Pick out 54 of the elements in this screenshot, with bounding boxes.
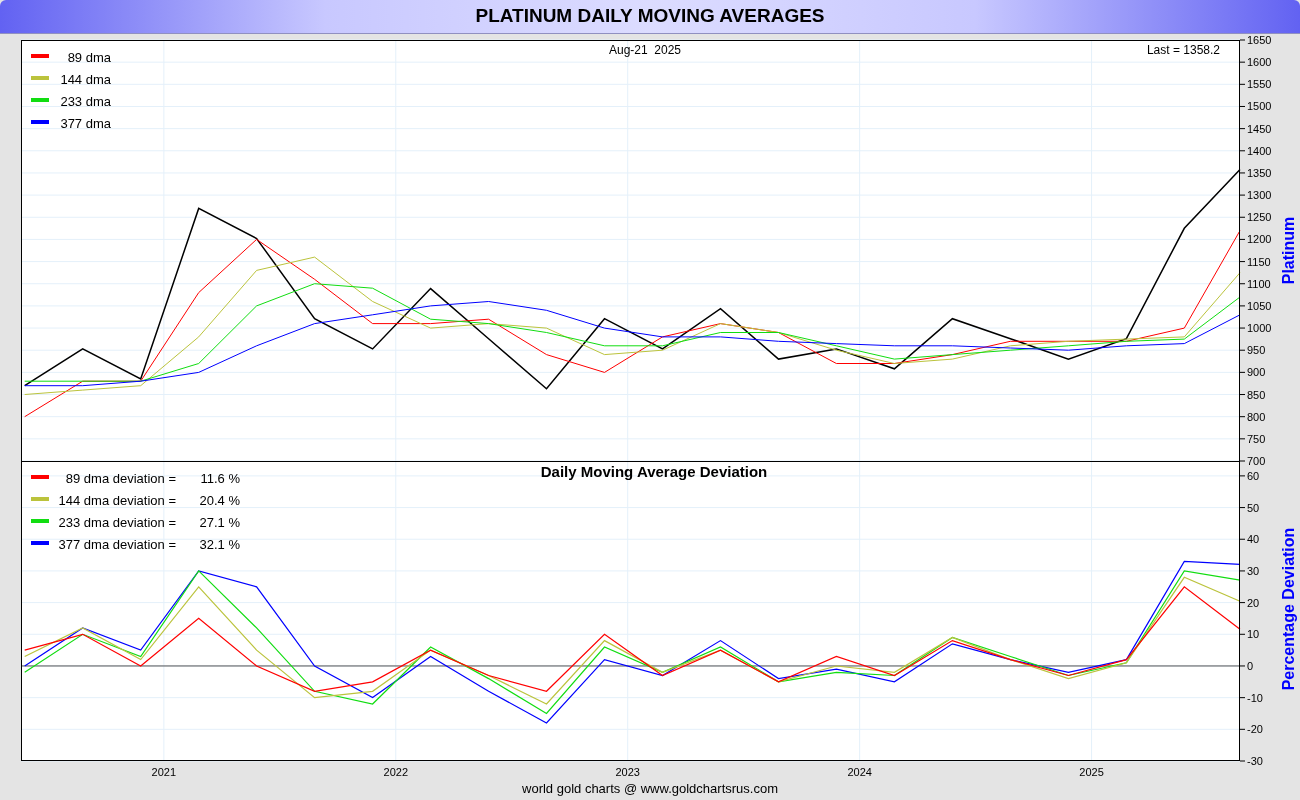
y-axis-label: 1000	[1247, 322, 1272, 335]
legend-label: 89 dma deviation =	[65, 471, 176, 486]
legend-label: 144 dma deviation =	[58, 493, 176, 508]
legend-label: 377 dma deviation =	[58, 537, 176, 552]
legend-label: 233 dma	[60, 94, 111, 109]
legend-value: 27.1 %	[199, 515, 240, 530]
y-axis-label: 1500	[1247, 100, 1272, 113]
y-axis-label: 700	[1247, 455, 1266, 467]
y-axis-title: Percentage Deviation	[1280, 527, 1297, 691]
x-axis-label: 2024	[847, 766, 872, 778]
y-axis-label: 0	[1247, 659, 1254, 672]
y-axis-label: 800	[1247, 410, 1266, 423]
x-axis-label: 2022	[383, 766, 409, 778]
y-axis-label: 1100	[1247, 277, 1271, 290]
legend-value: 32.1 %	[199, 537, 240, 552]
y-axis-label: 900	[1247, 366, 1266, 379]
x-axis-label: 2021	[151, 766, 177, 778]
date-label: Aug-21 2025	[608, 43, 682, 57]
y-axis-label: 20	[1247, 596, 1260, 609]
y-axis-label: 950	[1247, 344, 1266, 357]
chart-title: PLATINUM DAILY MOVING AVERAGES	[475, 4, 825, 29]
legend-label: 377 dma	[60, 116, 111, 131]
y-axis-label: 40	[1247, 533, 1260, 546]
y-axis-label: 1450	[1247, 122, 1272, 135]
y-axis-label: 750	[1247, 432, 1266, 445]
legend-label: 233 dma deviation =	[58, 515, 176, 530]
legend-label: 89 dma	[67, 50, 111, 65]
y-axis-label: 60	[1247, 469, 1260, 482]
x-axis-label: 2023	[615, 766, 640, 778]
legend-value: 20.4 %	[199, 493, 240, 508]
y-axis-label: 1650	[1247, 34, 1272, 46]
panel-title: Daily Moving Average Deviation	[540, 463, 768, 480]
y-axis-label: 10	[1247, 628, 1260, 641]
y-axis-label: -30	[1247, 755, 1263, 767]
y-axis-label: 50	[1247, 501, 1260, 514]
y-axis-title: Platinum	[1280, 216, 1297, 285]
last-price-label: Last = 1358.2	[1146, 43, 1220, 57]
y-axis-label: 1600	[1247, 56, 1272, 69]
y-axis-label: 1050	[1247, 299, 1272, 312]
y-axis-label: 1350	[1247, 166, 1272, 179]
y-axis-label: 850	[1247, 388, 1266, 401]
y-axis-label: -10	[1247, 691, 1263, 704]
footer-credit: world gold charts @ www.goldchartsrus.com	[522, 781, 778, 797]
y-axis-label: 1200	[1247, 233, 1272, 246]
y-axis-label: 1550	[1247, 78, 1272, 91]
y-axis-label: 1150	[1247, 255, 1271, 268]
y-axis-label: 1400	[1247, 144, 1272, 157]
x-axis-label: 2025	[1079, 766, 1104, 778]
legend-value: 11.6 %	[200, 471, 240, 486]
y-axis-label: 30	[1247, 564, 1260, 577]
y-axis-label: 1300	[1247, 189, 1272, 202]
legend-label: 144 dma	[60, 72, 111, 87]
y-axis-label: 1250	[1247, 211, 1272, 224]
y-axis-label: -20	[1247, 723, 1263, 736]
